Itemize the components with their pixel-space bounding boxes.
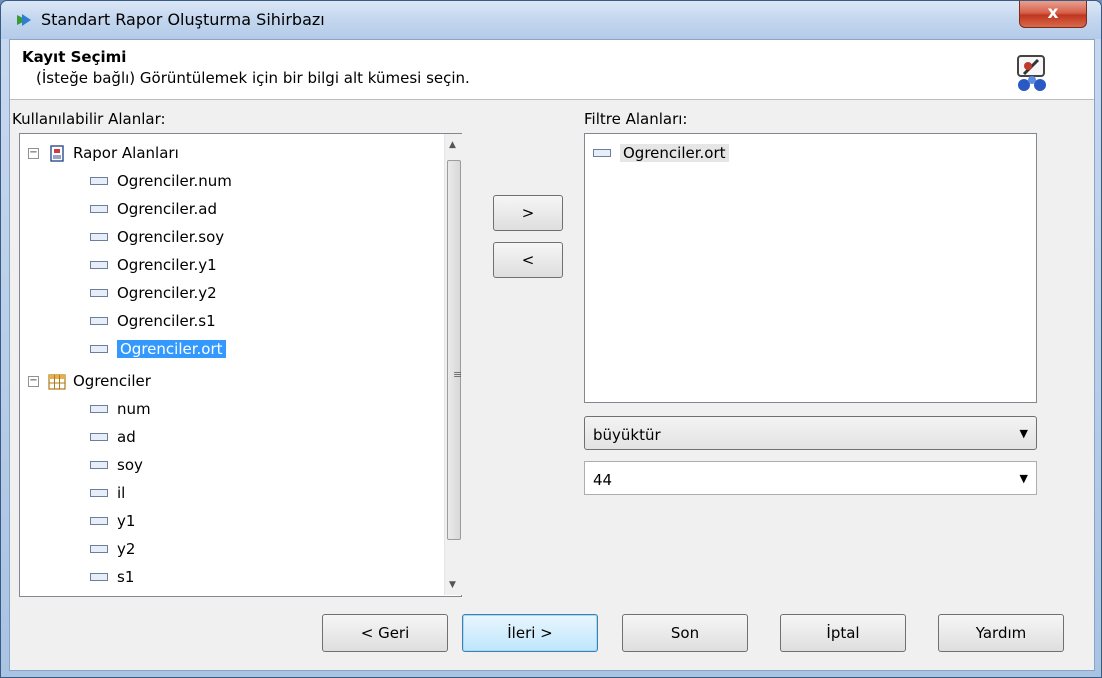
tree-item-label: y2 (117, 540, 136, 558)
field-icon (90, 344, 108, 353)
vertical-scrollbar[interactable]: ▲ ≡ ▼ (444, 134, 462, 595)
tree-item-label: Ogrenciler.soy (117, 228, 225, 246)
filter-fields-list[interactable]: Ogrenciler.ort (584, 133, 1037, 403)
finish-button[interactable]: Son (622, 614, 748, 652)
field-icon (90, 288, 108, 297)
tree-item[interactable]: Ogrenciler.ad (90, 196, 217, 222)
tree-item[interactable]: Ogrenciler.y1 (90, 252, 217, 278)
operator-value: büyüktür (593, 426, 661, 444)
chevron-down-icon: ▼ (1019, 472, 1028, 485)
field-icon (90, 488, 108, 497)
record-select-icon (1017, 55, 1046, 91)
tree-item-label: s1 (117, 568, 135, 586)
tree-item-label: Ogrenciler.num (117, 172, 232, 190)
help-button[interactable]: Yardım (938, 614, 1064, 652)
close-button[interactable]: x (1019, 1, 1087, 28)
page-subtitle: (İsteğe bağlı) Görüntülemek için bir bil… (36, 69, 470, 87)
report-fields-icon (50, 144, 64, 162)
filter-value-combo[interactable]: 44 ▼ (584, 461, 1037, 495)
back-button[interactable]: < Geri (322, 614, 448, 652)
table-icon (48, 373, 66, 390)
scrollbar-thumb[interactable]: ≡ (447, 160, 463, 540)
title-bar[interactable]: Standart Rapor Oluşturma Sihirbazı x (1, 1, 1101, 39)
field-icon (90, 204, 108, 213)
tree-item[interactable]: Ogrenciler.soy (90, 224, 224, 250)
filter-value: 44 (593, 471, 613, 489)
field-icon (593, 148, 611, 157)
tree-item[interactable]: num (90, 396, 151, 422)
tree-item-label: y1 (117, 512, 136, 530)
tree-group-label: Ogrenciler (73, 372, 151, 390)
tree-item-label: il (117, 484, 126, 502)
tree-item-label: Ogrenciler.ort (117, 340, 226, 358)
remove-filter-button[interactable]: < (493, 242, 563, 278)
wizard-body: Kayıt Seçimi (İsteğe bağlı) Görüntülemek… (9, 39, 1095, 671)
wizard-window: Standart Rapor Oluşturma Sihirbazı x Kay… (0, 0, 1102, 678)
tree-group-label: Rapor Alanları (73, 144, 179, 162)
cancel-button[interactable]: İptal (780, 614, 906, 652)
tree-item-label: Ogrenciler.y1 (117, 256, 217, 274)
tree-item[interactable]: s1 (90, 564, 134, 590)
collapse-toggle-ogrenciler[interactable]: − (28, 376, 39, 387)
tree-item-label: ad (117, 428, 136, 446)
tree-group-ogrenciler[interactable]: Ogrenciler (48, 368, 151, 394)
tree-item[interactable]: il (90, 480, 125, 506)
tree-item-label: num (117, 400, 151, 418)
operator-dropdown[interactable]: büyüktür ▼ (584, 416, 1037, 450)
field-icon (90, 176, 108, 185)
scroll-down-icon[interactable]: ▼ (449, 580, 456, 590)
wizard-icon (17, 14, 31, 26)
available-fields-label: Kullanılabilir Alanlar: (12, 110, 166, 128)
tree-item[interactable]: Ogrenciler.s1 (90, 308, 216, 334)
field-icon (90, 516, 108, 525)
tree-item[interactable]: Ogrenciler.num (90, 168, 232, 194)
tree-item[interactable]: ad (90, 424, 136, 450)
field-icon (90, 544, 108, 553)
field-icon (90, 260, 108, 269)
tree-item[interactable]: y1 (90, 508, 135, 534)
filter-item-label: Ogrenciler.ort (620, 144, 729, 162)
tree-item-label: Ogrenciler.s1 (117, 312, 216, 330)
filter-fields-label: Filtre Alanları: (584, 110, 688, 128)
tree-item-label: Ogrenciler.ad (117, 200, 217, 218)
field-icon (90, 232, 108, 241)
tree-item-label: soy (117, 456, 143, 474)
filter-item[interactable]: Ogrenciler.ort (593, 140, 729, 166)
scroll-up-icon[interactable]: ▲ (449, 140, 456, 150)
field-icon (90, 460, 108, 469)
field-icon (90, 432, 108, 441)
tree-item-selected[interactable]: Ogrenciler.ort (90, 336, 226, 362)
window-title: Standart Rapor Oluşturma Sihirbazı (41, 10, 325, 29)
field-icon (90, 572, 108, 581)
next-button[interactable]: İleri > (462, 614, 598, 652)
available-fields-tree[interactable]: − Rapor Alanları Ogrenciler.num Ogrencil… (19, 133, 462, 597)
tree-group-rapor-alanlari[interactable]: Rapor Alanları (48, 140, 179, 166)
chevron-down-icon: ▼ (1019, 427, 1028, 440)
wizard-header: Kayıt Seçimi (İsteğe bağlı) Görüntülemek… (10, 40, 1094, 100)
tree-item[interactable]: Ogrenciler.y2 (90, 280, 217, 306)
field-icon (90, 404, 108, 413)
collapse-toggle-rapor-alanlari[interactable]: − (28, 148, 39, 159)
tree-item[interactable]: y2 (90, 536, 135, 562)
add-filter-button[interactable]: > (493, 195, 563, 231)
tree-item-label: Ogrenciler.y2 (117, 284, 217, 302)
page-title: Kayıt Seçimi (22, 48, 127, 66)
grip-icon: ≡ (453, 368, 463, 381)
tree-item[interactable]: soy (90, 452, 143, 478)
field-icon (90, 316, 108, 325)
